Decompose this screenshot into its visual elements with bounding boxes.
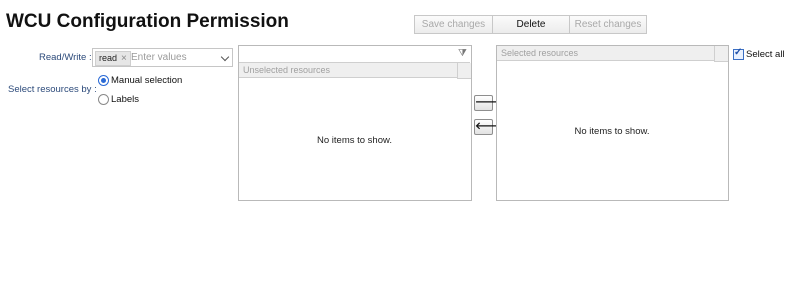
readwrite-tag-field[interactable]: read ×	[92, 48, 233, 67]
manual-selection-radio[interactable]	[98, 75, 109, 86]
readwrite-input[interactable]	[131, 50, 211, 64]
manual-selection-label: Manual selection	[111, 75, 183, 86]
select-all-checkbox[interactable]	[733, 47, 744, 60]
readwrite-label: Read/Write :	[39, 52, 92, 63]
selected-column-header[interactable]: Selected resources	[497, 46, 714, 61]
chevron-down-icon[interactable]	[220, 52, 230, 62]
tag-chip-read: read ×	[95, 51, 131, 66]
selected-empty-text: No items to show.	[574, 126, 650, 137]
reset-changes-button[interactable]: Reset changes	[570, 15, 647, 34]
toolbar: Save changes Delete Reset changes	[414, 15, 647, 34]
unselected-column-header[interactable]: Unselected resources	[239, 63, 457, 78]
page-title: WCU Configuration Permission	[6, 11, 289, 32]
column-header-end	[714, 46, 728, 62]
column-header-end	[457, 63, 471, 79]
labels-label: Labels	[111, 94, 139, 105]
unselected-filter-input[interactable]	[239, 46, 462, 61]
tag-chip-label: read	[99, 53, 118, 63]
select-all-label: Select all	[746, 49, 785, 60]
selected-resources-panel	[496, 45, 729, 201]
remove-tag-icon[interactable]: ×	[121, 52, 127, 65]
labels-radio[interactable]	[98, 94, 109, 105]
move-right-button[interactable]: 🡒	[474, 95, 502, 111]
save-changes-button[interactable]: Save changes	[414, 15, 493, 34]
move-left-button[interactable]: 🡐	[474, 119, 502, 135]
unselected-empty-text: No items to show.	[317, 135, 392, 146]
delete-button[interactable]: Delete	[493, 15, 570, 34]
select-by-label: Select resources by :	[8, 84, 97, 95]
filter-icon[interactable]: ⧩	[458, 47, 469, 60]
